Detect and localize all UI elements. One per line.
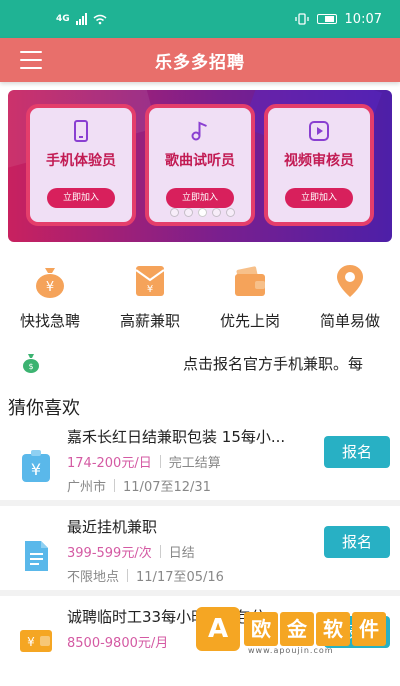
play-icon — [309, 121, 329, 141]
nav-item-high-pay[interactable]: ¥ 高薪兼职 — [105, 262, 195, 331]
nav-label: 优先上岗 — [219, 312, 280, 330]
banner-carousel[interactable]: 手机体验员 立即加入 歌曲试听员 立即加入 视频审核员 立即加入 — [8, 90, 392, 242]
phone-icon — [74, 120, 88, 142]
job-pay-line: 174-200元/日 完工结算 — [67, 452, 221, 471]
nav-label: 快找急聘 — [19, 312, 80, 330]
job-list-item[interactable]: 最近挂机兼职 399-599元/次 日结 不限地点 11/17至05/16 报名 — [0, 512, 400, 596]
watermark-char: 金 — [280, 612, 314, 646]
money-bag-icon: $ — [23, 354, 39, 373]
svg-text:¥: ¥ — [31, 460, 41, 479]
banner-card-title: 视频审核员 — [284, 153, 354, 169]
money-bag-icon: ¥ — [36, 268, 64, 298]
join-button[interactable]: 立即加入 — [285, 188, 353, 208]
apply-button[interactable]: 报名 — [324, 526, 390, 558]
apply-button[interactable]: 报名 — [324, 436, 390, 468]
job-location: 广州市 — [67, 480, 107, 495]
job-dates: 11/07至12/31 — [123, 480, 211, 495]
watermark-url: www.apoujin.com — [248, 646, 334, 655]
job-pay-line: 8500-9800元/月 — [67, 632, 168, 651]
job-pay: 8500-9800元/月 — [67, 636, 169, 651]
nav-item-easy[interactable]: 简单易做 — [305, 262, 395, 331]
location-pin-icon — [337, 265, 363, 297]
document-icon — [25, 541, 48, 571]
status-right: 10:07 — [294, 11, 382, 27]
cash-icon: ¥ — [20, 630, 52, 652]
status-bar: 4G 10:07 — [0, 0, 400, 38]
watermark-char: 件 — [352, 612, 386, 646]
battery-icon — [316, 14, 337, 24]
carousel-dot[interactable] — [170, 208, 179, 217]
job-location: 不限地点 — [67, 570, 120, 585]
vibrate-icon — [294, 13, 309, 25]
svg-text:¥: ¥ — [27, 635, 35, 649]
network-type: 4G — [56, 14, 70, 24]
nav-item-urgent[interactable]: ¥ 快找急聘 — [5, 262, 95, 331]
svg-text:$: $ — [28, 362, 33, 371]
carousel-dots[interactable] — [170, 208, 235, 217]
svg-text:¥: ¥ — [46, 280, 54, 295]
wifi-icon — [93, 14, 107, 24]
app-title: 乐多多招聘 — [155, 52, 245, 73]
carousel-dot[interactable] — [198, 208, 207, 217]
join-button[interactable]: 立即加入 — [166, 188, 234, 208]
wallet-icon — [235, 266, 265, 296]
job-pay: 174-200元/日 — [67, 456, 152, 471]
watermark-char: 软 — [316, 612, 350, 646]
nav-item-priority[interactable]: 优先上岗 — [205, 262, 295, 331]
watermark-char: 欧 — [244, 612, 278, 646]
join-button[interactable]: 立即加入 — [47, 188, 115, 208]
watermark-text: 欧 金 软 件 — [244, 612, 388, 646]
job-list-item[interactable]: ¥ 嘉禾长红日结兼职包装 15每小... 174-200元/日 完工结算 广州市… — [0, 422, 400, 506]
notice-text: 点击报名官方手机兼职。每 — [183, 355, 364, 373]
job-pay-line: 399-599元/次 日结 — [67, 542, 195, 561]
job-title: 最近挂机兼职 — [67, 518, 158, 536]
nav-label: 简单易做 — [319, 312, 380, 330]
notice-marquee[interactable]: $ 点击报名官方手机兼职。每 — [0, 350, 400, 376]
clock: 10:07 — [344, 11, 382, 27]
quick-nav: ¥ 快找急聘 ¥ 高薪兼职 优先上岗 简单易做 — [0, 262, 400, 331]
nav-label: 高薪兼职 — [119, 312, 180, 330]
signal-icon — [75, 13, 87, 25]
banner-card-video-reviewer[interactable]: 视频审核员 立即加入 — [264, 104, 374, 226]
app-header: 乐多多招聘 — [0, 38, 400, 82]
carousel-dot[interactable] — [184, 208, 193, 217]
job-meta-line: 不限地点 11/17至05/16 — [67, 566, 224, 585]
music-note-icon — [191, 121, 207, 141]
svg-text:¥: ¥ — [147, 284, 153, 295]
carousel-dot[interactable] — [226, 208, 235, 217]
job-pay: 399-599元/次 — [67, 546, 152, 561]
banner-card-title: 手机体验员 — [46, 153, 116, 169]
section-title: 猜你喜欢 — [8, 398, 80, 419]
banner-card-phone-tester[interactable]: 手机体验员 立即加入 — [26, 104, 136, 226]
watermark-logo: A 欧 金 软 件 www.apoujin.com — [196, 604, 394, 655]
banner-card-title: 歌曲试听员 — [165, 153, 235, 169]
job-title: 嘉禾长红日结兼职包装 15每小... — [67, 428, 286, 446]
job-settlement: 完工结算 — [168, 456, 221, 471]
yen-tag-icon: ¥ — [22, 450, 50, 482]
signal-indicators: 4G — [56, 13, 107, 25]
carousel-dot[interactable] — [212, 208, 221, 217]
job-meta-line: 广州市 11/07至12/31 — [67, 476, 211, 495]
watermark-icon: A — [196, 607, 240, 651]
job-settlement: 日结 — [168, 546, 195, 561]
red-envelope-icon: ¥ — [135, 266, 165, 296]
hamburger-menu-icon[interactable] — [20, 51, 42, 69]
job-dates: 11/17至05/16 — [136, 570, 224, 585]
